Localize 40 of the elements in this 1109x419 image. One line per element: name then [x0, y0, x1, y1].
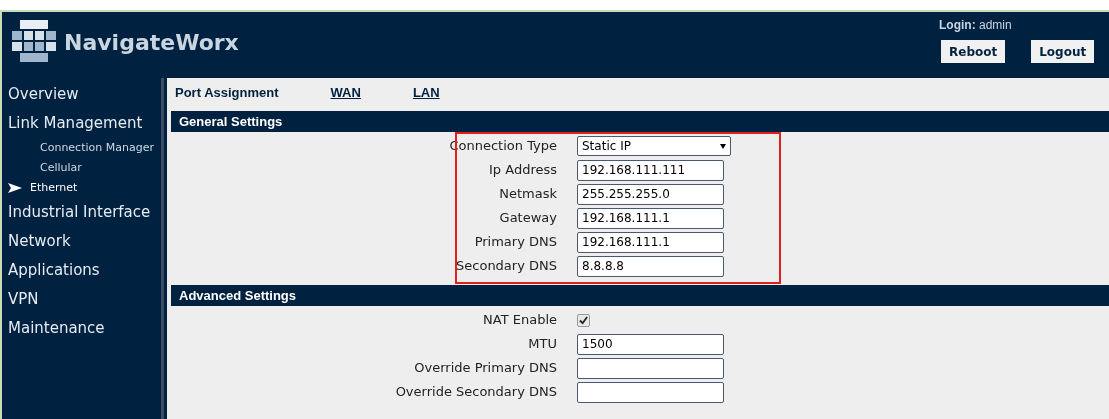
header-button[interactable]: Logout — [1031, 40, 1095, 63]
field-label: Gateway — [498, 209, 558, 228]
sidebar-item[interactable]: VPN — [2, 285, 161, 314]
input-field[interactable]: 8.8.8.8 — [577, 255, 724, 277]
login-text: Login: admin — [939, 17, 1012, 34]
field-label: Override Secondary DNS — [394, 383, 558, 402]
field-label: Override Primary DNS — [413, 359, 558, 378]
input-field[interactable]: 192.168.111.111 — [577, 159, 724, 181]
section-header: Advanced Settings — [171, 285, 1109, 306]
caret-icon — [720, 143, 726, 149]
input-field[interactable]: 255.255.255.0 — [577, 183, 724, 205]
field-label: Netmask — [498, 185, 558, 204]
tab[interactable]: LAN — [412, 83, 440, 103]
section-header: General Settings — [171, 111, 1109, 132]
field-label: NAT Enable — [482, 311, 558, 330]
brand-name: NavigateWorx — [64, 28, 239, 57]
connection-type-dropdown[interactable]: Static IP — [577, 136, 731, 156]
sidebar-item[interactable]: Overview — [2, 80, 161, 109]
sidebar-item[interactable]: Network — [2, 227, 161, 256]
input-field[interactable]: 1500 — [577, 333, 724, 355]
sidebar-subitem[interactable]: Connection Manager — [40, 139, 154, 157]
sidebar-item[interactable]: Maintenance — [2, 314, 161, 343]
input-field[interactable]: 192.168.111.1 — [577, 207, 724, 229]
sidebar-item[interactable]: Applications — [2, 256, 161, 285]
checkbox[interactable] — [577, 313, 590, 327]
sidebar-subitem[interactable]: Cellular — [40, 159, 82, 177]
field-label: MTU — [527, 335, 558, 354]
field-label: Ip Address — [488, 161, 558, 180]
sidebar-subitem[interactable]: Ethernet — [30, 179, 78, 197]
field-label: Primary DNS — [473, 233, 558, 252]
arrow-icon — [8, 183, 22, 193]
sidebar-item[interactable]: Industrial Interface — [2, 198, 161, 227]
tab[interactable]: Port Assignment — [175, 83, 279, 103]
input-field[interactable] — [577, 357, 724, 379]
tab[interactable]: WAN — [330, 83, 361, 103]
header-button[interactable]: Reboot — [941, 40, 1006, 63]
sidebar-item[interactable]: Link Management — [2, 109, 161, 138]
input-field[interactable] — [577, 381, 724, 403]
input-field[interactable]: 192.168.111.1 — [577, 231, 724, 253]
field-label: Secondary DNS — [455, 257, 558, 276]
